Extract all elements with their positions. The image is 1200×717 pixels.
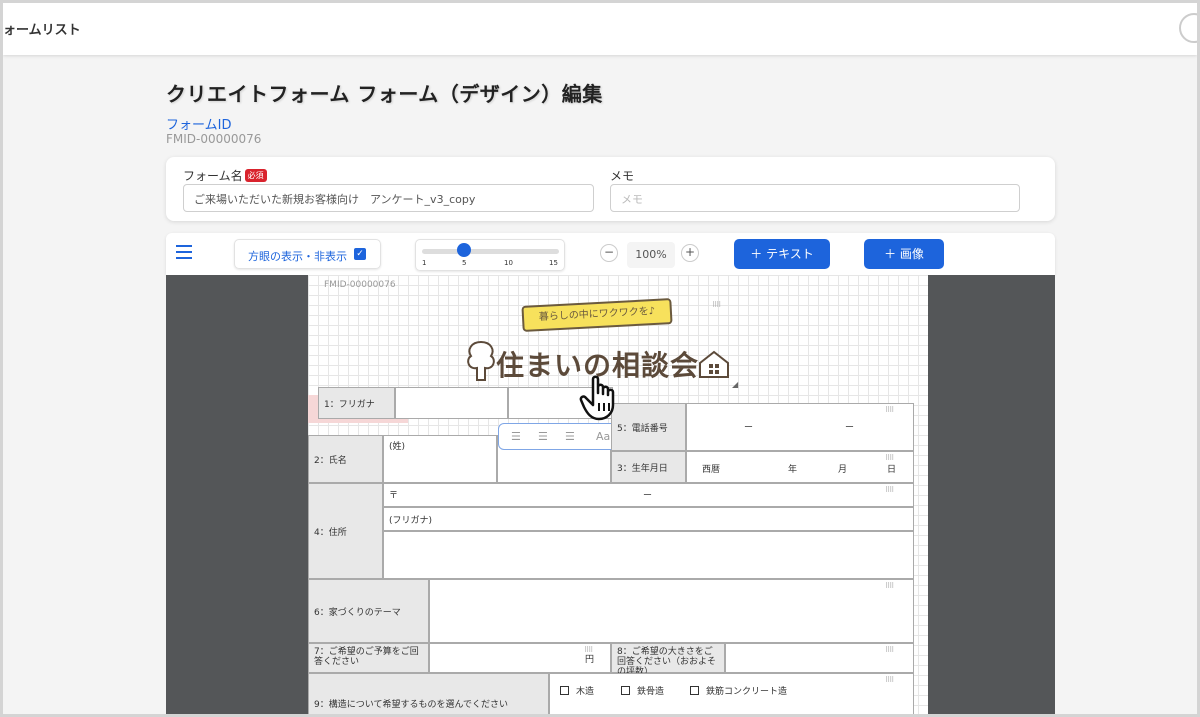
field-input-theme[interactable] [429,579,914,643]
form-settings-card: フォーム名 必須 ご来場いただいた新規お客様向け アンケート_v3_copy メモ… [166,157,1055,221]
checkbox-icon[interactable] [560,686,569,695]
font-settings-button[interactable]: Aa [596,430,610,443]
form-name-input[interactable]: ご来場いただいた新規お客様向け アンケート_v3_copy [183,184,594,212]
form-sheet[interactable]: FMID-00000076 ⠿⠿ 暮らしの中にワクワクを♪ 住まいの相談会 ◢ … [308,275,928,714]
field-label-address[interactable]: 4：住所 [308,483,383,579]
drag-handle-icon[interactable]: ⠿⠿ [885,676,894,684]
field-input-furigana-sei[interactable] [395,387,508,419]
field-input-birthdate[interactable]: 西暦 年 月 日 [686,451,914,483]
field-input-address[interactable] [383,531,914,579]
field-input-address-kana[interactable]: (フリガナ) [383,507,914,531]
structure-option-rc[interactable]: 鉄筋コンクリート造 [690,684,787,697]
field-label-name[interactable]: 2：氏名 [308,435,383,483]
memo-label: メモ [610,169,635,183]
align-left-icon[interactable]: ☰ [511,430,521,443]
postal-mark: 〒 [389,491,399,501]
zoom-out-button[interactable]: − [600,244,618,262]
drag-handle-icon[interactable]: ⠿⠿ [712,301,721,309]
slider-tick: 5 [462,259,467,267]
banner-ribbon[interactable]: 暮らしの中にワクワクを♪ [521,298,673,332]
resize-handle-icon[interactable]: ◢ [732,380,738,389]
birth-day-unit: 日 [887,465,897,475]
text-align-popover: ☰ ☰ ☰ Aa [498,423,628,450]
name-sei-label: (姓) [389,442,406,452]
breadcrumb-form-list[interactable]: ォームリスト [3,19,81,38]
grid-toggle-button[interactable]: 方眼の表示・非表示 ✓ [234,239,381,269]
slider-tick: 15 [549,259,558,267]
structure-option-steel[interactable]: 鉄骨造 [621,684,664,697]
drag-handle-icon[interactable]: ⠿⠿ [885,406,894,414]
field-label-budget[interactable]: 7：ご希望のご予算をご回答ください [308,643,429,673]
drag-handle-icon[interactable]: ⠿⠿ [885,486,894,494]
postal-dash: ー [643,491,653,501]
align-center-icon[interactable]: ☰ [538,430,548,443]
drag-handle-icon[interactable]: ⠿⠿ [885,582,894,590]
app-window: ォームリスト クリエイトフォーム フォーム（デザイン）編集 フォームID FMI… [0,0,1200,717]
field-input-structure[interactable]: 木造 鉄骨造 鉄筋コンクリート造 [549,673,914,714]
zoom-level: 100% [627,242,675,268]
field-label-size[interactable]: 8：ご希望の大きさをご回答ください（おおよその坪数） [611,643,725,677]
phone-dash: ー [744,423,754,433]
house-icon [699,350,729,378]
slider-thumb[interactable] [457,243,471,257]
editor-canvas: FMID-00000076 ⠿⠿ 暮らしの中にワクワクを♪ 住まいの相談会 ◢ … [166,275,1055,714]
field-label-furigana[interactable]: 1：フリガナ [318,387,395,419]
zoom-in-button[interactable]: + [681,244,699,262]
slider-tick: 10 [504,259,513,267]
drag-handle-icon[interactable]: ⠿⠿ [885,454,894,462]
sheet-form-id: FMID-00000076 [324,280,396,290]
birth-year-unit: 年 [788,465,798,475]
checkbox-checked-icon[interactable]: ✓ [354,248,366,260]
checkbox-icon[interactable] [621,686,630,695]
field-label-theme[interactable]: 6：家づくりのテーマ [308,579,429,643]
form-name-label: フォーム名 必須 [183,167,267,184]
form-id-label: フォームID [166,118,232,133]
field-label-birthdate[interactable]: 3：生年月日 [611,451,686,483]
structure-option-wood[interactable]: 木造 [560,684,594,697]
memo-input[interactable]: メモ [610,184,1020,212]
birth-month-unit: 月 [838,465,848,475]
field-label-structure[interactable]: 9：構造について希望するものを選んでください [308,673,549,714]
form-id-value: FMID-00000076 [166,132,262,146]
field-input-phone[interactable]: ー ー [686,403,914,451]
add-text-button[interactable]: ＋ テキスト [734,239,830,269]
page-title: クリエイトフォーム フォーム（デザイン）編集 [166,82,603,106]
tree-icon [467,340,495,381]
grid-toggle-label: 方眼の表示・非表示 [248,250,347,263]
required-badge: 必須 [244,169,267,182]
grid-size-slider[interactable]: 1 5 10 15 [415,239,565,271]
menu-icon[interactable] [176,245,192,259]
slider-track[interactable] [422,249,559,254]
drag-handle-icon[interactable]: ⠿⠿ [584,646,593,654]
add-image-button[interactable]: ＋ 画像 [864,239,944,269]
field-input-name-sei[interactable]: (姓) [383,435,497,483]
user-avatar[interactable] [1179,13,1197,43]
drag-handle-icon[interactable]: ⠿⠿ [885,646,894,654]
slider-tick: 1 [422,259,427,267]
checkbox-icon[interactable] [690,686,699,695]
top-bar: ォームリスト [3,3,1197,55]
phone-dash: ー [845,423,855,433]
field-input-postal[interactable]: 〒 ー [383,483,914,507]
field-label-phone[interactable]: 5：電話番号 [611,403,686,451]
address-kana-label: (フリガナ) [389,516,433,526]
birth-era: 西暦 [702,465,721,475]
align-right-icon[interactable]: ☰ [565,430,575,443]
editor-toolbar: 方眼の表示・非表示 ✓ 1 5 10 15 − 100% + ＋ テキスト ＋ … [166,233,1055,275]
hand-cursor-icon [579,375,615,421]
